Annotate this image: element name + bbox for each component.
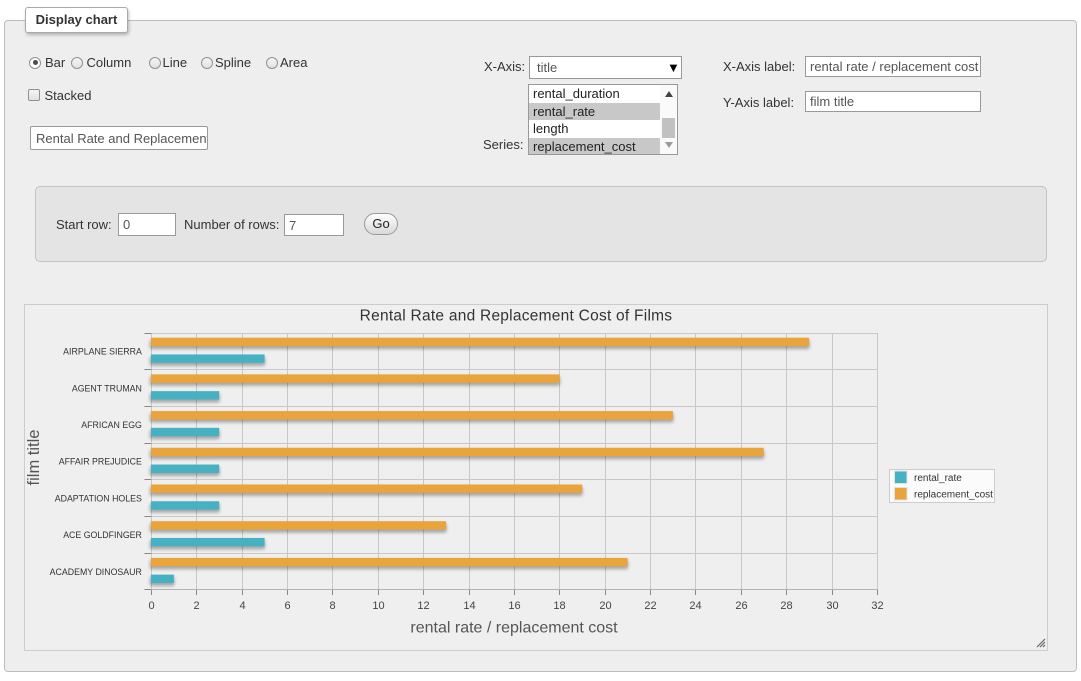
svg-text:28: 28 — [780, 600, 792, 612]
svg-text:rental rate / replacement cost: rental rate / replacement cost — [410, 620, 618, 637]
svg-text:22: 22 — [644, 600, 656, 612]
svg-text:ACE GOLDFINGER: ACE GOLDFINGER — [63, 530, 142, 540]
svg-text:16: 16 — [508, 600, 520, 612]
svg-text:8: 8 — [329, 600, 335, 612]
svg-text:ACADEMY DINOSAUR: ACADEMY DINOSAUR — [50, 567, 142, 577]
svg-text:replacement_cost: replacement_cost — [914, 490, 993, 501]
svg-text:32: 32 — [871, 600, 883, 612]
svg-text:6: 6 — [284, 600, 290, 612]
svg-text:30: 30 — [826, 600, 838, 612]
svg-text:rental_rate: rental_rate — [914, 473, 962, 484]
svg-text:ADAPTATION HOLES: ADAPTATION HOLES — [55, 493, 142, 503]
svg-text:12: 12 — [417, 600, 429, 612]
svg-text:18: 18 — [553, 600, 565, 612]
svg-text:2: 2 — [193, 600, 199, 612]
svg-text:Rental Rate and Replacement Co: Rental Rate and Replacement Cost of Film… — [360, 308, 673, 325]
svg-text:0: 0 — [148, 600, 154, 612]
svg-text:film title: film title — [25, 430, 43, 486]
svg-text:14: 14 — [463, 600, 475, 612]
svg-text:10: 10 — [372, 600, 384, 612]
svg-text:4: 4 — [239, 600, 245, 612]
svg-text:AFRICAN EGG: AFRICAN EGG — [81, 420, 142, 430]
svg-text:AFFAIR PREJUDICE: AFFAIR PREJUDICE — [59, 457, 142, 467]
svg-text:20: 20 — [599, 600, 611, 612]
svg-text:AIRPLANE SIERRA: AIRPLANE SIERRA — [63, 347, 142, 357]
svg-text:AGENT TRUMAN: AGENT TRUMAN — [72, 383, 142, 393]
svg-text:24: 24 — [689, 600, 701, 612]
svg-text:26: 26 — [735, 600, 747, 612]
